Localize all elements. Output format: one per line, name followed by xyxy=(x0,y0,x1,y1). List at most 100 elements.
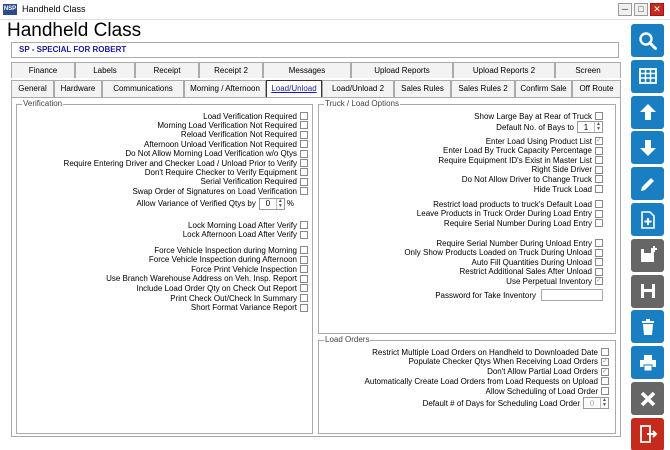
cancel-button[interactable] xyxy=(631,382,664,415)
arrow-up-button[interactable] xyxy=(631,95,664,129)
option-label: Short Format Variance Report xyxy=(190,303,297,313)
save-new-button[interactable] xyxy=(631,238,664,272)
option-label: Require Serial Number During Unload Entr… xyxy=(436,238,592,248)
option-label: Don't Allow Partial Load Orders xyxy=(487,367,598,377)
checkbox[interactable] xyxy=(300,221,308,229)
tab-upload-reports-2[interactable]: Upload Reports 2 xyxy=(453,62,555,78)
grid-button[interactable] xyxy=(631,59,664,93)
checkbox[interactable] xyxy=(601,377,609,386)
checkbox[interactable] xyxy=(601,387,609,396)
option-leave-products-in-truck-order-during-load-entry: Leave Products in Truck Order During Loa… xyxy=(417,209,603,219)
tab-load-unload-2[interactable]: Load/Unload 2 xyxy=(322,80,394,97)
option-label: Use Branch Warehouse Address on Veh. Ins… xyxy=(106,274,297,284)
checkbox[interactable] xyxy=(595,258,603,267)
checkbox[interactable] xyxy=(300,121,308,130)
tab-labels[interactable]: Labels xyxy=(75,62,135,78)
checkbox[interactable] xyxy=(300,187,308,196)
checkbox[interactable] xyxy=(601,357,609,366)
number-stepper[interactable]: 0 ▲ ▼ xyxy=(258,197,285,210)
tab-confirm-sale[interactable]: Confirm Sale xyxy=(515,80,572,97)
tab-messages[interactable]: Messages xyxy=(263,62,351,78)
checkbox[interactable] xyxy=(595,267,603,276)
tab-general[interactable]: General xyxy=(11,80,54,97)
checkbox[interactable] xyxy=(595,276,603,286)
tab-receipt[interactable]: Receipt xyxy=(135,62,199,78)
tab-finance[interactable]: Finance xyxy=(11,62,75,78)
minimize-button[interactable]: ─ xyxy=(618,3,632,16)
exit-button[interactable] xyxy=(631,417,664,450)
option-default-of-days-for-scheduling-load-order: Default # of Days for Scheduling Load Or… xyxy=(423,397,609,409)
checkbox[interactable] xyxy=(595,239,603,247)
search-button[interactable] xyxy=(631,24,664,57)
tab-load-unload[interactable]: Load/Unload xyxy=(266,80,322,97)
checkbox[interactable] xyxy=(595,112,603,120)
checkbox[interactable] xyxy=(300,140,308,149)
option-label: Force Print Vehicle Inspection xyxy=(191,264,297,274)
checkbox[interactable] xyxy=(595,146,603,155)
checkbox[interactable] xyxy=(300,149,308,158)
checkbox[interactable] xyxy=(595,165,603,174)
checkbox[interactable] xyxy=(300,246,308,254)
option-automatically-create-load-orders-from-load-requests-on-upload: Automatically Create Load Orders from Lo… xyxy=(365,376,609,386)
option-allow-variance-of-verified-qtys-by: Allow Variance of Verified Qtys by 0 ▲ ▼ % xyxy=(136,197,294,210)
tab-row-1: Finance Labels Receipt Receipt 2 Messages Upl… xyxy=(11,62,621,78)
option-force-vehicle-inspection-during-morning: Force Vehicle Inspection during Morning xyxy=(154,245,308,255)
checkbox[interactable] xyxy=(300,303,308,312)
save-button[interactable] xyxy=(631,274,664,308)
tab-hardware[interactable]: Hardware xyxy=(54,80,102,97)
search-icon xyxy=(638,31,658,51)
checkbox[interactable] xyxy=(595,219,603,228)
number-stepper[interactable]: 1 ▲ ▼ xyxy=(577,121,603,133)
checkbox[interactable] xyxy=(300,274,308,283)
tab-communications[interactable]: Communications xyxy=(102,80,184,97)
tab-sales-rules-2[interactable]: Sales Rules 2 xyxy=(451,80,515,97)
checkbox[interactable] xyxy=(601,348,609,356)
checkbox[interactable] xyxy=(300,294,308,302)
checkbox[interactable] xyxy=(595,248,603,257)
checkbox[interactable] xyxy=(300,168,308,177)
password-input[interactable] xyxy=(541,289,603,301)
option-label: Default No. of Bays to xyxy=(496,122,574,132)
checkbox[interactable] xyxy=(300,265,308,274)
tab-screen[interactable]: Screen xyxy=(555,62,621,78)
option-label: Allow Scheduling of Load Order xyxy=(485,386,598,396)
option-restrict-multiple-load-orders-on-handheld-to-downloaded-date: Restrict Multiple Load Orders on Handhel… xyxy=(372,347,609,357)
checkbox[interactable] xyxy=(300,255,308,264)
checkbox[interactable] xyxy=(595,200,603,208)
checkbox[interactable] xyxy=(300,284,308,293)
tab-upload-reports[interactable]: Upload Reports xyxy=(351,62,453,78)
checkbox[interactable] xyxy=(300,112,308,120)
tab-receipt-2[interactable]: Receipt 2 xyxy=(199,62,263,78)
tab-morning-afternoon[interactable]: Morning / Afternoon xyxy=(184,80,266,97)
close-button[interactable]: ✕ xyxy=(650,3,664,16)
maximize-button[interactable]: □ xyxy=(634,3,648,16)
option-label: Require Serial Number During Load Entry xyxy=(443,218,592,228)
checkbox[interactable] xyxy=(595,209,603,218)
checkbox[interactable] xyxy=(300,159,308,167)
checkbox[interactable] xyxy=(601,367,609,376)
arrow-down-button[interactable] xyxy=(631,131,664,165)
checkbox[interactable] xyxy=(595,136,603,145)
verification-group: Verification Load Verification Required M… xyxy=(16,99,313,434)
option-print-check-out-check-in-summary: Print Check Out/Check In Summary xyxy=(170,293,308,303)
checkbox[interactable] xyxy=(595,185,603,193)
checkbox[interactable] xyxy=(300,230,308,239)
delete-button[interactable] xyxy=(631,310,664,344)
tab-sales-rules[interactable]: Sales Rules xyxy=(394,80,451,97)
tab-row-2: General Hardware Communications Morning / A… xyxy=(11,80,621,97)
option-show-large-bay-at-rear-of-truck: Show Large Bay at Rear of Truck xyxy=(474,111,603,121)
checkbox[interactable] xyxy=(300,177,308,186)
option-label: Don't Require Checker to Verify Equipmen… xyxy=(144,167,297,177)
print-button[interactable] xyxy=(631,346,664,380)
number-stepper[interactable]: 0 ▲ ▼ xyxy=(583,397,609,409)
edit-button[interactable] xyxy=(631,167,664,201)
checkbox[interactable] xyxy=(595,175,603,184)
checkbox[interactable] xyxy=(595,156,603,165)
option-force-print-vehicle-inspection: Force Print Vehicle Inspection xyxy=(191,264,308,274)
option-require-serial-number-during-load-entry: Require Serial Number During Load Entry xyxy=(444,218,603,228)
tab-off-route[interactable]: Off Route xyxy=(572,80,621,97)
option-label: Do Not Allow Driver to Change Truck xyxy=(461,174,592,184)
option-populate-checker-qtys-when-receiving-load-orders: Populate Checker Qtys When Receiving Loa… xyxy=(409,357,609,367)
checkbox[interactable] xyxy=(300,130,308,139)
new-document-button[interactable] xyxy=(631,203,664,236)
